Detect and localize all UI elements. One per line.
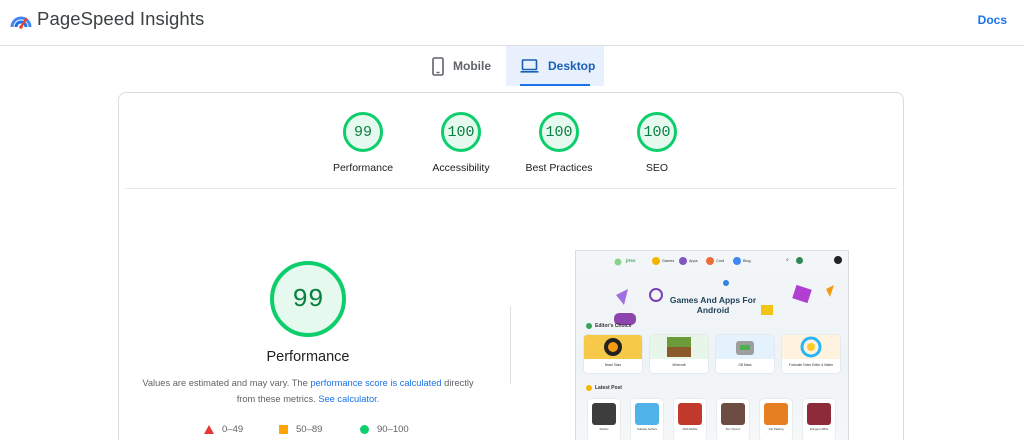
- thumb-editor-card: Funimate Video Editor & Maker: [782, 335, 840, 373]
- thumb-post-card: FIFA Mobile: [674, 399, 706, 440]
- thumb-hero-title: Games And Apps For Android: [669, 295, 757, 315]
- legend-range: 90–100: [377, 424, 409, 435]
- score-calculated-link[interactable]: performance score is calculated: [310, 378, 441, 388]
- top-header: PageSpeed Insights Docs: [0, 0, 1024, 46]
- legend-range: 50–89: [296, 424, 323, 435]
- pagespeed-logo-icon[interactable]: [10, 10, 32, 30]
- section-divider: [125, 188, 897, 189]
- thumb-nav: jrtsv Games Apps Cord Blog ⌕: [576, 251, 848, 273]
- phone-icon: [432, 56, 444, 76]
- thumb-post-card: Subway Surfers: [631, 399, 663, 440]
- tab-desktop[interactable]: Desktop: [506, 46, 604, 86]
- thumb-post-card: Dungeon RPG: [803, 399, 835, 440]
- score-ring: 100: [441, 112, 481, 152]
- tab-desktop-label: Desktop: [548, 59, 596, 73]
- triangle-icon: [204, 425, 214, 434]
- thumb-post-card: Car Parking: [760, 399, 792, 440]
- score-ring: 100: [539, 112, 579, 152]
- thumb-post-card: Kim Tycoon: [717, 399, 749, 440]
- app-title[interactable]: PageSpeed Insights: [37, 8, 204, 30]
- legend-pass: 90–100: [360, 424, 409, 435]
- thumb-site-logo: jrtsv: [626, 258, 636, 263]
- legend-range: 0–49: [222, 424, 244, 435]
- circle-icon: [360, 425, 369, 434]
- square-icon: [279, 425, 288, 434]
- laptop-icon: [520, 59, 539, 73]
- thumb-nav-item: Games: [652, 257, 674, 265]
- legend-average: 50–89: [279, 424, 322, 435]
- performance-title: Performance: [266, 349, 350, 365]
- thumb-nav-item: Cord: [706, 257, 724, 265]
- desc-text: Values are estimated and may vary. The: [142, 378, 311, 388]
- search-icon: ⌕: [786, 257, 789, 263]
- gauge-label: SEO: [645, 162, 669, 174]
- performance-description: Values are estimated and may vary. The p…: [136, 376, 480, 407]
- thumb-editors-choice-heading: Editor's Choice: [586, 323, 631, 329]
- thumb-latest-post-heading: Latest Post: [586, 385, 622, 391]
- thumb-post-card: Roblox: [588, 399, 620, 440]
- active-tab-indicator: [520, 84, 590, 86]
- thumb-editor-card: GB Mask: [716, 335, 774, 373]
- performance-score-gauge: 99: [270, 261, 346, 337]
- thumb-nav-item: Blog: [733, 257, 751, 265]
- theme-toggle-icon: [834, 256, 842, 264]
- tab-mobile-label: Mobile: [453, 59, 491, 73]
- leaf-icon: [614, 258, 622, 266]
- thumb-editor-card: Minecraft: [650, 335, 708, 373]
- tab-mobile[interactable]: Mobile: [422, 46, 506, 86]
- final-screenshot-thumbnail[interactable]: jrtsv Games Apps Cord Blog ⌕ Games And A…: [575, 250, 849, 440]
- score-ring: 100: [637, 112, 677, 152]
- see-calculator-link[interactable]: See calculator.: [318, 394, 379, 404]
- avatar: [796, 257, 803, 264]
- score-ring: 99: [343, 112, 383, 152]
- vertical-divider: [510, 306, 511, 384]
- thumb-nav-item: Apps: [679, 257, 698, 265]
- gauge-seo[interactable]: 100 SEO: [597, 112, 717, 174]
- thumb-editor-card: Brawl Stars: [584, 335, 642, 373]
- legend-fail: 0–49: [204, 424, 243, 435]
- docs-link[interactable]: Docs: [978, 13, 1007, 27]
